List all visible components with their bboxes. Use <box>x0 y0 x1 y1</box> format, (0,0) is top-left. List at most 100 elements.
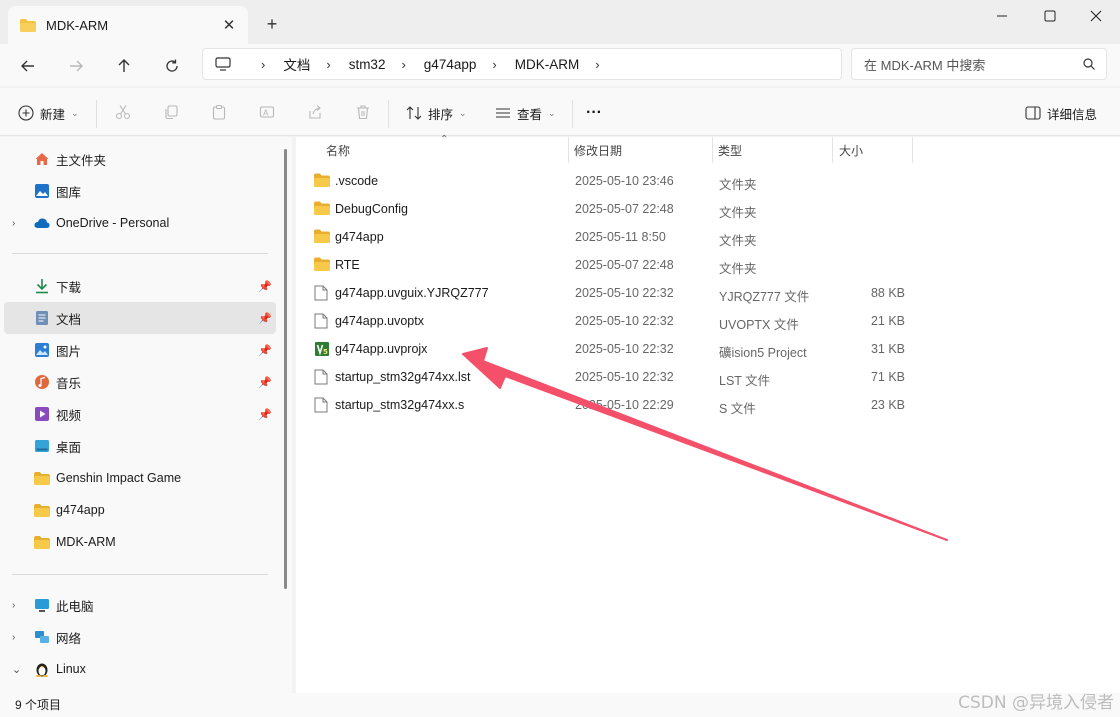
column-divider[interactable] <box>912 137 913 163</box>
cloud-icon <box>34 215 50 231</box>
pin-icon[interactable]: 📌 <box>258 376 272 389</box>
close-window-button[interactable] <box>1072 0 1120 32</box>
sidebar-item-music[interactable]: 音乐 📌 <box>4 366 276 398</box>
pin-icon[interactable]: 📌 <box>258 344 272 357</box>
sidebar-item-downloads[interactable]: 下载 📌 <box>4 270 276 302</box>
sidebar-item-desktop[interactable]: 桌面 <box>4 430 276 462</box>
share-button[interactable] <box>305 102 325 122</box>
sidebar-item-onedrive[interactable]: › OneDrive - Personal <box>4 207 276 239</box>
forward-button[interactable] <box>62 52 90 80</box>
paste-icon <box>212 104 226 120</box>
breadcrumb-stm32[interactable]: stm32 <box>349 57 386 72</box>
column-header-size[interactable]: 大小 <box>839 137 863 163</box>
file-name[interactable]: startup_stm32g474xx.s <box>335 398 464 412</box>
view-button[interactable]: 查看 ⌄ <box>495 98 556 128</box>
table-row[interactable]: DebugConfig 2025-05-07 22:48 文件夹 <box>310 195 910 223</box>
paste-button[interactable] <box>209 102 229 122</box>
table-row[interactable]: startup_stm32g474xx.s 2025-05-10 22:29 S 文… <box>310 391 910 419</box>
file-name[interactable]: .vscode <box>335 174 378 188</box>
sidebar-item-gallery[interactable]: 图库 <box>4 175 276 207</box>
sidebar-item-g474app[interactable]: g474app <box>4 494 276 526</box>
refresh-button[interactable] <box>158 52 186 80</box>
sidebar-item-videos[interactable]: 视频 📌 <box>4 398 276 430</box>
maximize-button[interactable] <box>1026 0 1074 32</box>
file-name[interactable]: DebugConfig <box>335 202 408 216</box>
cut-button[interactable] <box>113 102 133 122</box>
file-type: LST 文件 <box>719 374 771 388</box>
copy-button[interactable] <box>161 102 181 122</box>
new-label: 新建 <box>40 107 66 122</box>
file-type: 文件夹 <box>719 262 757 276</box>
chevron-down-icon[interactable]: ⌄ <box>12 663 21 676</box>
folder-icon <box>314 257 330 273</box>
column-divider[interactable] <box>568 137 569 163</box>
sidebar-item-linux[interactable]: ⌄ Linux <box>4 653 276 685</box>
sidebar-item-network[interactable]: › 网络 <box>4 621 276 653</box>
column-header-type[interactable]: 类型 <box>718 137 742 163</box>
chevron-right-icon[interactable]: › <box>12 218 15 229</box>
chevron-right-icon[interactable]: › <box>12 632 15 643</box>
video-icon <box>34 406 50 422</box>
breadcrumb-mdk-arm[interactable]: MDK-ARM <box>515 57 580 72</box>
tab-title: MDK-ARM <box>46 17 109 33</box>
back-button[interactable] <box>14 52 42 80</box>
sidebar-item-documents[interactable]: 文档 📌 <box>4 302 276 334</box>
details-pane-button[interactable]: 详细信息 <box>1025 98 1097 128</box>
tab-close-icon[interactable]: ✕ <box>218 14 240 36</box>
sidebar-item-home[interactable]: 主文件夹 <box>4 143 276 175</box>
chevron-right-icon: › <box>595 56 600 72</box>
table-row[interactable]: g474app 2025-05-11 8:50 文件夹 <box>310 223 910 251</box>
up-button[interactable] <box>110 52 138 80</box>
file-name[interactable]: RTE <box>335 258 360 272</box>
table-row[interactable]: 5 g474app.uvprojx 2025-05-10 22:32 礦ision5 … <box>310 335 910 363</box>
file-name[interactable]: g474app.uvoptx <box>335 314 424 328</box>
sidebar-item-pictures[interactable]: 图片 📌 <box>4 334 276 366</box>
new-tab-button[interactable]: + <box>262 14 282 34</box>
sidebar-item-mdk-arm[interactable]: MDK-ARM <box>4 526 276 558</box>
sidebar-item-label: 文档 <box>56 312 82 327</box>
new-button[interactable]: 新建 ⌄ <box>18 98 79 128</box>
column-divider[interactable] <box>832 137 833 163</box>
sidebar-scrollbar[interactable] <box>284 149 287 589</box>
sort-button[interactable]: 排序 ⌄ <box>406 98 467 128</box>
column-label: 大小 <box>839 143 864 158</box>
table-row[interactable]: g474app.uvguix.YJRQZ777 2025-05-10 22:32 Y… <box>310 279 910 307</box>
plus-circle-icon <box>18 105 34 121</box>
table-row[interactable]: startup_stm32g474xx.lst 2025-05-10 22:32 L… <box>310 363 910 391</box>
sidebar-item-genshin[interactable]: Genshin Impact Game <box>4 462 276 494</box>
column-header-name[interactable]: 名称 <box>326 137 350 163</box>
search-input[interactable]: 在 MDK-ARM 中搜索 <box>851 48 1107 80</box>
file-type: 文件夹 <box>719 178 757 192</box>
file-size: 23 KB <box>870 398 905 412</box>
chevron-right-icon: › <box>261 56 266 72</box>
more-options-button[interactable]: ··· <box>586 98 602 128</box>
sort-icon <box>406 106 422 120</box>
table-row[interactable]: .vscode 2025-05-10 23:46 文件夹 <box>310 167 910 195</box>
pin-icon[interactable]: 📌 <box>258 280 272 293</box>
file-name[interactable]: g474app <box>335 230 384 244</box>
table-row[interactable]: g474app.uvoptx 2025-05-10 22:32 UVOPTX 文件 2… <box>310 307 910 335</box>
folder-icon <box>314 229 330 245</box>
column-header-date[interactable]: 修改日期 <box>574 137 622 163</box>
file-name[interactable]: g474app.uvguix.YJRQZ777 <box>335 286 489 300</box>
chevron-right-icon[interactable]: › <box>12 600 15 611</box>
address-bar[interactable]: › 文档 › stm32 › g474app › MDK-ARM › <box>202 48 842 80</box>
sidebar-item-this-pc[interactable]: › 此电脑 <box>4 589 276 621</box>
sidebar-item-label: 下载 <box>56 280 82 295</box>
breadcrumb-g474app[interactable]: g474app <box>424 57 477 72</box>
delete-button[interactable] <box>353 102 373 122</box>
file-type: S 文件 <box>719 402 756 416</box>
breadcrumb-documents[interactable]: 文档 <box>283 54 310 74</box>
file-name[interactable]: startup_stm32g474xx.lst <box>335 370 471 384</box>
rename-icon: A <box>259 106 275 118</box>
column-divider[interactable] <box>712 137 713 163</box>
file-name[interactable]: g474app.uvprojx <box>335 342 427 356</box>
tab-mdk-arm[interactable]: MDK-ARM ✕ <box>8 6 248 44</box>
minimize-button[interactable] <box>978 0 1026 32</box>
table-row[interactable]: RTE 2025-05-07 22:48 文件夹 <box>310 251 910 279</box>
sidebar-item-label: MDK-ARM <box>56 535 116 549</box>
rename-button[interactable]: A <box>257 102 277 122</box>
pin-icon[interactable]: 📌 <box>258 312 272 325</box>
picture-icon <box>34 342 50 358</box>
pin-icon[interactable]: 📌 <box>258 408 272 421</box>
